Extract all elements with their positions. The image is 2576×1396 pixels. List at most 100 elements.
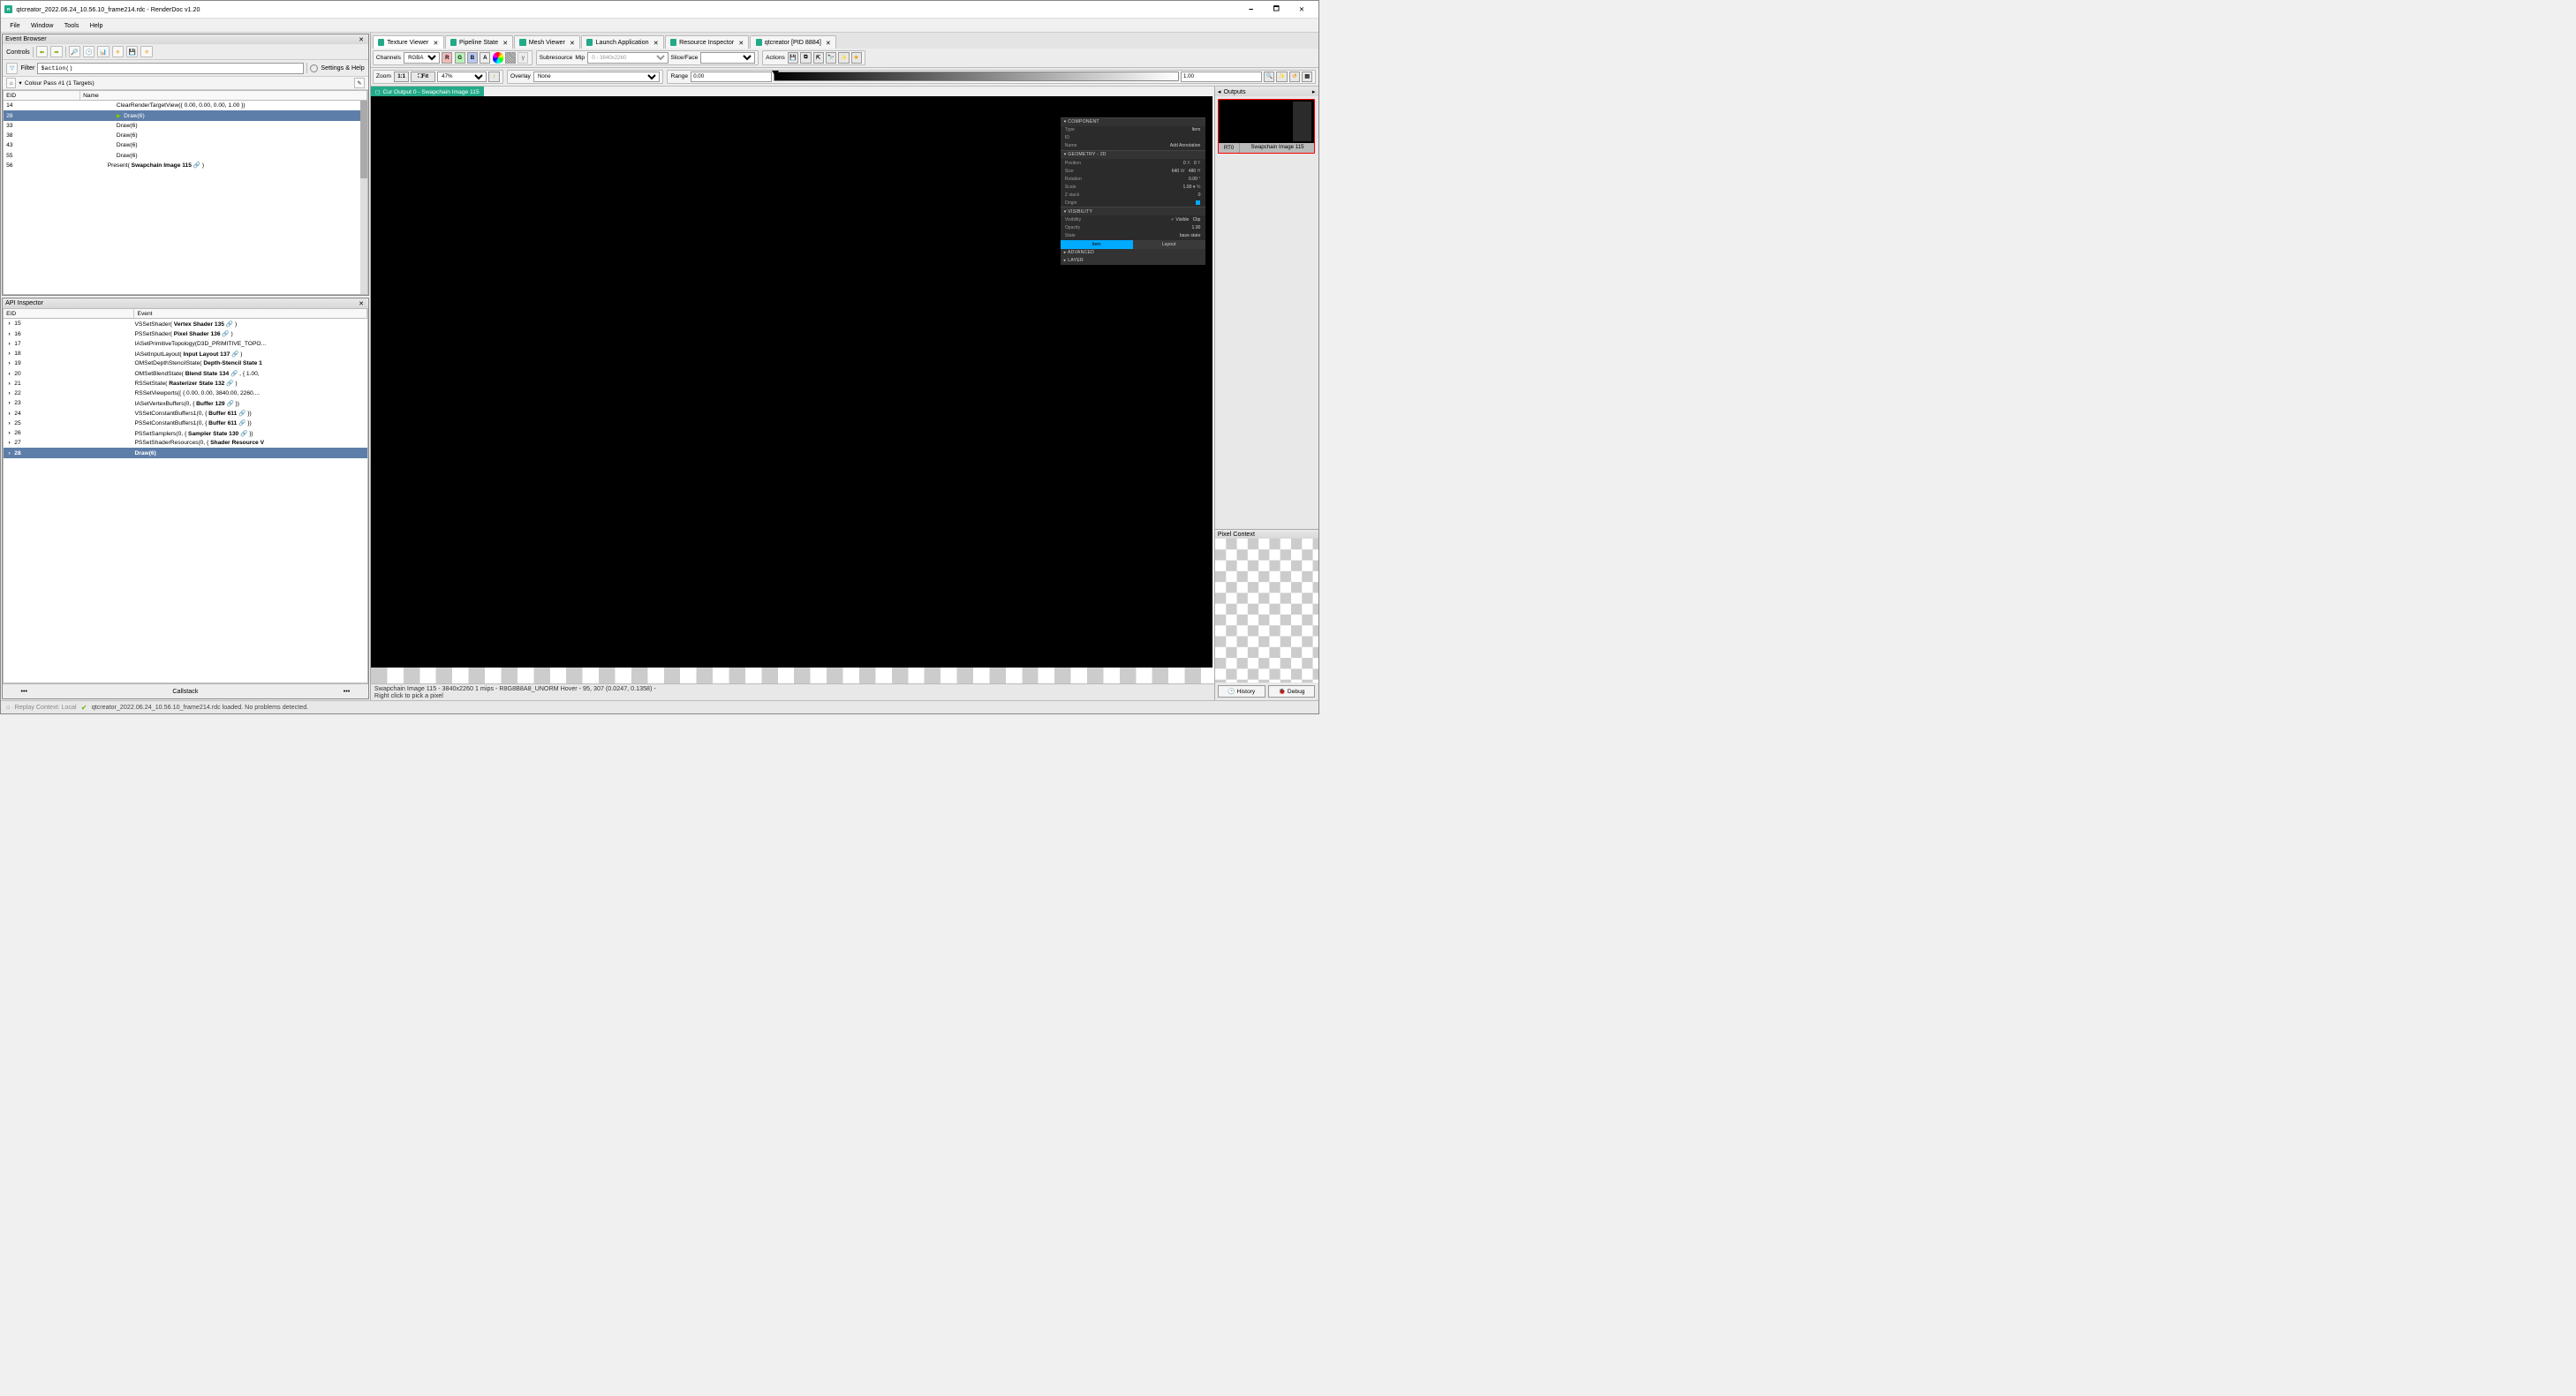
api-row[interactable]: ›20OMSetBlendState( Blend State 134 🔗 , … xyxy=(4,368,367,378)
api-row[interactable]: ›27PSSetShaderResources(0, { Shader Reso… xyxy=(4,438,367,448)
window-minimize-button[interactable]: 🗕 xyxy=(1238,1,1264,19)
chevron-right-icon[interactable]: › xyxy=(6,400,12,406)
zoom-value[interactable]: 47% xyxy=(437,72,487,82)
range-slider[interactable] xyxy=(774,72,1179,81)
arrow-right-icon[interactable]: ▸ xyxy=(1312,87,1316,95)
api-row[interactable]: ›19OMSetDepthStencilState( Depth-Stencil… xyxy=(4,358,367,368)
api-row[interactable]: ›24VSSetConstantBuffers1(0, { Buffer 611… xyxy=(4,408,367,418)
zoom-range-icon[interactable]: 🔍 xyxy=(1264,72,1274,82)
item-layout-toggle[interactable]: Item Layout xyxy=(1061,240,1205,249)
tab-qtcreator-pid-8884-[interactable]: qtcreator [PID 8884]✕ xyxy=(750,35,836,49)
col-event[interactable]: Event xyxy=(134,309,366,318)
close-icon[interactable]: ✕ xyxy=(738,39,744,47)
api-row[interactable]: ›18IASetInputLayout( Input Layout 137 🔗 … xyxy=(4,349,367,358)
event-tree[interactable]: 14ClearRenderTargetView({ 0.00, 0.00, 0.… xyxy=(3,101,368,295)
chevron-right-icon[interactable]: › xyxy=(6,341,12,347)
open-new-icon[interactable]: ⇱ xyxy=(813,52,824,63)
clock-icon[interactable]: 🕒 xyxy=(83,46,94,57)
output-thumbnail[interactable]: RT0 Swapchain Image 115 xyxy=(1218,99,1316,154)
chevron-down-icon[interactable]: ▾ xyxy=(1064,209,1067,215)
mip-select[interactable]: 0 - 3840x2260 xyxy=(587,52,669,63)
tab-launch-application[interactable]: Launch Application✕ xyxy=(581,35,664,49)
api-row[interactable]: ›17IASetPrimitiveTopology(D3D_PRIMITIVE_… xyxy=(4,339,367,349)
home-icon[interactable]: ⌂ xyxy=(6,78,16,87)
event-row[interactable]: 38Draw(6) xyxy=(4,131,367,140)
close-icon[interactable]: ✕ xyxy=(570,39,575,47)
copy-icon[interactable]: ⧉ xyxy=(800,52,811,63)
chart-icon[interactable]: 📊 xyxy=(97,46,109,57)
api-row[interactable]: ›23IASetVertexBuffers(0, { Buffer 129 🔗 … xyxy=(4,398,367,408)
menu-help[interactable]: Help xyxy=(86,20,108,31)
puzzle-icon[interactable]: ✳ xyxy=(851,52,862,63)
chevron-right-icon[interactable]: › xyxy=(6,360,12,366)
chevron-down-icon[interactable]: ▾ xyxy=(19,79,21,87)
pixel-debug-button[interactable]: 🐞 Debug xyxy=(1268,685,1316,698)
chevron-right-icon[interactable]: › xyxy=(6,449,12,456)
channel-g-button[interactable]: G xyxy=(455,52,465,63)
zoom-11-button[interactable]: 1:1 xyxy=(394,72,409,82)
close-icon[interactable]: ✕ xyxy=(358,35,366,43)
colour-pass-label[interactable]: Colour Pass #1 (1 Targets) xyxy=(25,80,94,87)
close-icon[interactable]: ✕ xyxy=(434,39,439,47)
range-min-input[interactable] xyxy=(691,72,772,82)
add-annotation-button[interactable]: Add Annotation xyxy=(1170,143,1201,148)
save-icon[interactable]: 💾 xyxy=(126,46,138,57)
chevron-right-icon[interactable]: › xyxy=(6,351,12,357)
chevron-right-icon[interactable]: › xyxy=(6,381,12,387)
texture-viewport[interactable]: ▾ COMPONENT TypeItem ID NameAdd Annotati… xyxy=(371,96,1212,668)
window-close-button[interactable]: ✕ xyxy=(1289,1,1315,19)
range-max-input[interactable] xyxy=(1181,72,1262,82)
chevron-right-icon[interactable]: › xyxy=(6,420,12,426)
save-texture-icon[interactable]: 💾 xyxy=(788,52,798,63)
event-row[interactable]: 56Present( Swapchain Image 115 🔗 ) xyxy=(4,161,367,170)
thumbnail-strip[interactable] xyxy=(371,668,1214,683)
api-row[interactable]: ›28Draw(6) xyxy=(4,448,367,457)
col-eid[interactable]: EID xyxy=(4,309,134,318)
pixel-context-view[interactable] xyxy=(1215,539,1318,683)
wand-range-icon[interactable]: ✨ xyxy=(1276,72,1287,82)
menu-window[interactable]: Window xyxy=(26,20,58,31)
close-icon[interactable]: ✕ xyxy=(502,39,508,47)
next-action-button[interactable]: ➡ xyxy=(50,46,62,57)
histogram-icon[interactable]: ▤ xyxy=(1302,72,1312,82)
tab-resource-inspector[interactable]: Resource Inspector✕ xyxy=(665,35,750,49)
checker-toggle-icon[interactable] xyxy=(505,52,516,63)
close-icon[interactable]: ✕ xyxy=(358,299,366,307)
filter-input[interactable] xyxy=(37,63,304,74)
zoom-fit-button[interactable]: ⛶ Fit xyxy=(411,72,435,82)
chevron-right-icon[interactable]: › xyxy=(6,440,12,446)
event-row[interactable]: 14ClearRenderTargetView({ 0.00, 0.00, 0.… xyxy=(4,101,367,110)
event-row[interactable]: 55Draw(6) xyxy=(4,150,367,160)
api-row[interactable]: ›21RSSetState( Rasterizer State 132 🔗 ) xyxy=(4,379,367,389)
gear-icon[interactable]: ✳ xyxy=(140,46,152,57)
prev-action-button[interactable]: ⬅ xyxy=(36,46,48,57)
chevron-right-icon[interactable]: › xyxy=(6,370,12,376)
origin-indicator[interactable] xyxy=(1196,200,1200,205)
api-row[interactable]: ›26PSSetSamplers(0, { Sampler State 130 … xyxy=(4,428,367,438)
close-icon[interactable]: ✕ xyxy=(826,39,831,47)
chevron-down-icon[interactable]: ▾ xyxy=(1064,152,1067,157)
event-row[interactable]: 43Draw(6) xyxy=(4,140,367,150)
event-row[interactable]: 28▶Draw(6) xyxy=(4,110,367,120)
settings-icon[interactable] xyxy=(310,64,318,72)
flip-v-icon[interactable]: ↕ xyxy=(488,72,499,82)
callstack-section[interactable]: ••• Callstack ••• xyxy=(3,683,368,698)
chevron-right-icon[interactable]: › xyxy=(6,390,12,396)
api-row[interactable]: ›15VSSetShader( Vertex Shader 135 🔗 ) xyxy=(4,319,367,328)
find-icon[interactable]: 🔎 xyxy=(69,46,80,57)
col-name[interactable]: Name xyxy=(80,91,367,100)
tab-texture-viewer[interactable]: Texture Viewer✕ xyxy=(373,35,444,49)
menu-tools[interactable]: Tools xyxy=(60,20,84,31)
channel-r-button[interactable]: R xyxy=(442,52,452,63)
color-wheel-icon[interactable] xyxy=(493,52,503,63)
chevron-right-icon[interactable]: › xyxy=(6,321,12,327)
slice-select[interactable] xyxy=(700,52,754,63)
api-row[interactable]: ›16PSSetShader( Pixel Shader 136 🔗 ) xyxy=(4,328,367,338)
chevron-right-icon[interactable]: › xyxy=(6,330,12,336)
channels-select[interactable]: RGBA xyxy=(404,52,440,63)
reset-range-icon[interactable]: ↺ xyxy=(1289,72,1300,82)
close-icon[interactable]: ✕ xyxy=(653,39,659,47)
channel-a-button[interactable]: A xyxy=(480,52,490,63)
overlay-select[interactable]: None xyxy=(533,72,660,82)
window-maximize-button[interactable]: 🗖 xyxy=(1264,1,1289,19)
